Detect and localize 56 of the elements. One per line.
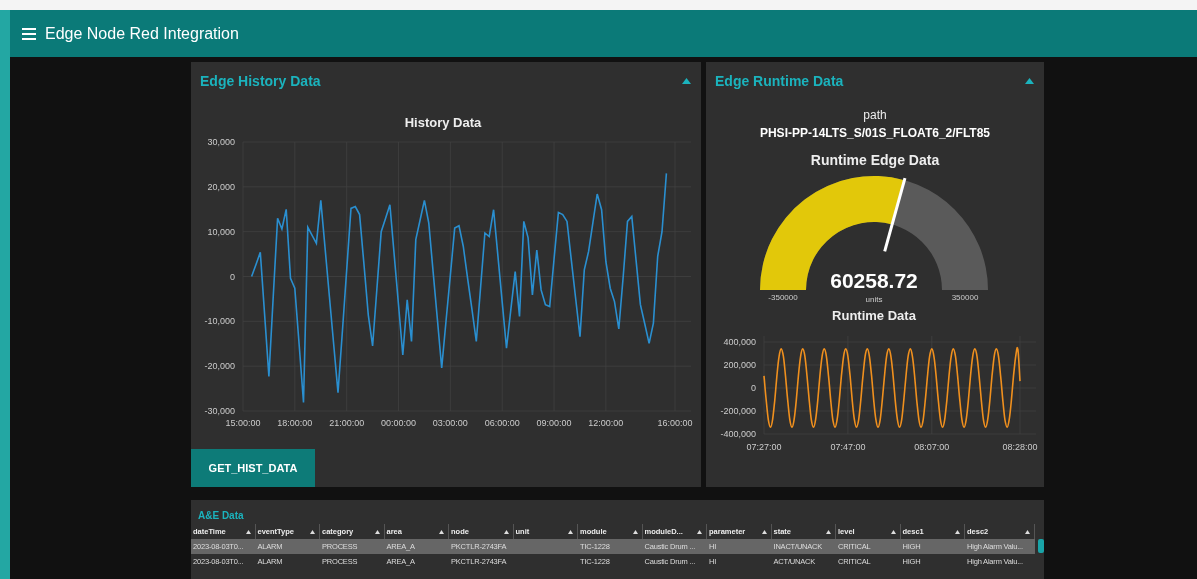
chart-title: Runtime Data <box>832 308 916 323</box>
axis-label: 16:00:00 <box>657 418 693 428</box>
sort-icon[interactable] <box>568 529 573 534</box>
sort-icon[interactable] <box>310 529 315 534</box>
sort-icon[interactable] <box>697 529 702 534</box>
axis-label: 21:00:00 <box>329 418 365 428</box>
axis-label: -200,000 <box>720 406 756 416</box>
axis-label: -30,000 <box>204 406 235 416</box>
sort-icon[interactable] <box>955 529 960 534</box>
get-history-button[interactable]: GET_HIST_DATA <box>191 449 315 487</box>
axis-label: 00:00:00 <box>381 418 417 428</box>
axis-label: 06:00:00 <box>484 418 520 428</box>
gauge-units: units <box>865 295 883 302</box>
sort-icon[interactable] <box>503 529 509 534</box>
app-title: Edge Node Red Integration <box>45 24 239 43</box>
sort-icon[interactable] <box>632 529 638 534</box>
path-label: path <box>863 108 887 122</box>
sort-icon[interactable] <box>245 529 251 534</box>
axis-label: 07:47:00 <box>830 442 866 452</box>
axis-label: 0 <box>751 383 756 393</box>
axis-label: 200,000 <box>723 360 756 370</box>
axis-label: 20,000 <box>207 181 235 192</box>
card-title: Edge Runtime Data <box>715 73 844 89</box>
sort-icon[interactable] <box>374 529 380 534</box>
axis-label: -20,000 <box>204 361 235 372</box>
menu-icon[interactable] <box>22 27 36 40</box>
axis-label: 09:00:00 <box>536 418 572 428</box>
gauge-value: 60258.72 <box>830 269 918 292</box>
axis-label: -10,000 <box>204 316 235 327</box>
sort-icon[interactable] <box>826 529 831 534</box>
axis-label: 18:00:00 <box>277 418 313 428</box>
collapse-icon[interactable] <box>682 78 691 84</box>
axis-label: 03:00:00 <box>432 418 468 428</box>
axis-label: -400,000 <box>720 429 756 439</box>
sort-icon[interactable] <box>890 529 896 534</box>
axis-label: 15:00:00 <box>225 418 261 428</box>
scrollbar-thumb[interactable] <box>1038 539 1044 553</box>
sort-icon[interactable] <box>1025 529 1030 534</box>
axis-label: 07:27:00 <box>746 442 782 452</box>
gauge-max: 350000 <box>951 293 979 302</box>
axis-label: 10,000 <box>207 226 235 237</box>
axis-label: 12:00:00 <box>588 418 624 428</box>
gauge-title: Runtime Edge Data <box>810 152 940 168</box>
axis-label: 30,000 <box>207 137 235 147</box>
axis-label: 08:07:00 <box>914 442 950 452</box>
card-title: Edge History Data <box>200 73 321 89</box>
collapse-icon[interactable] <box>1025 78 1034 84</box>
sort-icon[interactable] <box>761 529 767 534</box>
chart-title: History Data <box>404 115 482 130</box>
axis-label: 400,000 <box>723 337 756 347</box>
path-value: PHSI-PP-14LTS_S/01S_FLOAT6_2/FLT85 <box>759 126 991 140</box>
gauge-min: -350000 <box>768 293 798 302</box>
axis-label: 0 <box>230 271 235 282</box>
axis-label: 08:28:00 <box>1002 442 1038 452</box>
card-title: A&E Data <box>197 509 245 523</box>
sort-icon[interactable] <box>439 529 444 534</box>
